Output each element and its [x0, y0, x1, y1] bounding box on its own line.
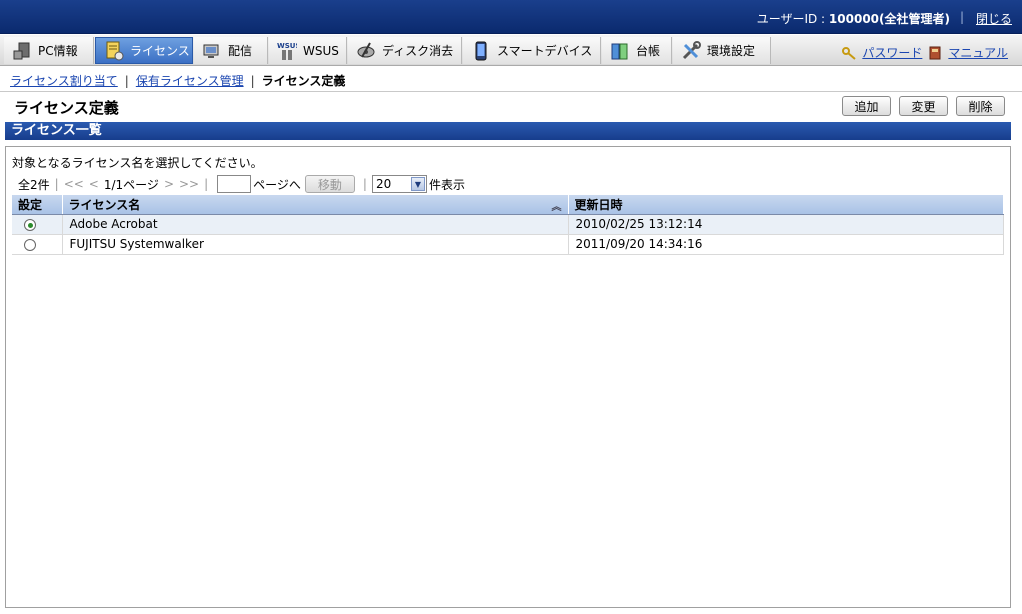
- tab-smart-device[interactable]: スマートデバイス: [463, 37, 601, 64]
- main-nav: PC情報 ライセンス 配信 WSUS WSUS ディスク消去 スマートデバイス: [0, 35, 1022, 66]
- row-radio[interactable]: [24, 218, 36, 231]
- disk-erase-icon: [356, 41, 376, 61]
- next-page-button[interactable]: >: [164, 177, 174, 191]
- tab-label: 環境設定: [707, 44, 756, 58]
- pager: 全2件 | << < 1/1ページ > >> | ページへ 移動 | 20 ▼ …: [18, 175, 465, 193]
- tab-label: ライセンス: [130, 44, 190, 58]
- close-link[interactable]: 閉じる: [976, 10, 1012, 27]
- page-number-input[interactable]: [217, 175, 252, 193]
- row-radio-cell: [12, 234, 63, 255]
- tab-label: 配信: [228, 44, 253, 58]
- settings-icon: [681, 40, 701, 61]
- tab-label: スマートデバイス: [497, 44, 593, 58]
- goto-page-label: ページへ: [253, 177, 301, 192]
- breadcrumb-current: ライセンス定義: [261, 74, 346, 88]
- section-header: ライセンス一覧: [5, 122, 1011, 140]
- column-header-license-name[interactable]: ライセンス名 ︽: [62, 195, 569, 215]
- breadcrumb-owned-license-management[interactable]: 保有ライセンス管理: [136, 74, 244, 88]
- row-radio-cell: [12, 214, 63, 235]
- move-button[interactable]: 移動: [304, 175, 355, 193]
- ledger-icon: [610, 41, 630, 61]
- tab-license[interactable]: ライセンス: [95, 37, 193, 64]
- delete-button[interactable]: 削除: [956, 96, 1005, 116]
- edit-button[interactable]: 変更: [899, 96, 948, 116]
- updated-cell: 2011/09/20 14:34:16: [568, 234, 1004, 255]
- tab-settings[interactable]: 環境設定: [673, 37, 771, 64]
- chevron-down-icon: ▼: [410, 177, 425, 191]
- manual-link[interactable]: マニュアル: [948, 44, 1008, 61]
- per-page-suffix: 件表示: [428, 177, 465, 192]
- license-name-cell: Adobe Acrobat: [62, 214, 569, 235]
- pc-info-icon: [12, 41, 32, 61]
- tab-delivery[interactable]: 配信: [194, 37, 268, 64]
- first-page-button[interactable]: <<: [64, 177, 84, 191]
- last-page-button[interactable]: >>: [179, 177, 199, 191]
- instruction-text: 対象となるライセンス名を選択してください。: [12, 156, 263, 170]
- tab-disk-erase[interactable]: ディスク消去: [348, 37, 462, 64]
- tab-wsus[interactable]: WSUS WSUS: [269, 37, 347, 64]
- tab-label: WSUS: [303, 43, 339, 58]
- top-header-bar: ユーザーID : 100000(全社管理者) | 閉じる: [0, 0, 1022, 34]
- tab-pc-info[interactable]: PC情報: [4, 37, 94, 64]
- breadcrumb-license-assignment[interactable]: ライセンス割り当て: [10, 74, 118, 88]
- license-name-cell: FUJITSU Systemwalker: [62, 234, 569, 255]
- column-header-setting: 設定: [12, 195, 63, 215]
- tab-label: PC情報: [38, 44, 78, 58]
- delivery-icon: [202, 41, 222, 61]
- license-table: 設定 ライセンス名 ︽ 更新日時 Adobe Acrobat 2010/02/2…: [12, 195, 1004, 255]
- per-page-select[interactable]: 20 ▼: [371, 175, 427, 193]
- manual-book-icon: [928, 46, 942, 60]
- row-radio[interactable]: [24, 238, 36, 251]
- user-id-label: ユーザーID :: [756, 12, 829, 26]
- per-page-value: 20: [375, 177, 392, 191]
- sort-icon[interactable]: ︽: [552, 198, 562, 213]
- add-button[interactable]: 追加: [842, 96, 891, 116]
- divider: [0, 91, 1022, 92]
- table-row[interactable]: FUJITSU Systemwalker 2011/09/20 14:34:16: [12, 234, 1004, 255]
- key-icon: [842, 46, 856, 60]
- table-row[interactable]: Adobe Acrobat 2010/02/25 13:12:14: [12, 214, 1004, 235]
- tab-label: ディスク消去: [382, 44, 454, 58]
- tab-label: 台帳: [636, 44, 661, 58]
- nav-right-links: パスワード マニュアル: [842, 44, 1008, 61]
- column-header-updated: 更新日時: [568, 195, 1004, 215]
- breadcrumb: ライセンス割り当て | 保有ライセンス管理 | ライセンス定義: [10, 74, 346, 88]
- license-icon: [104, 41, 124, 61]
- page-title: ライセンス定義: [14, 99, 119, 117]
- column-header-license-name-label: ライセンス名: [68, 197, 141, 212]
- header-separator: |: [959, 10, 964, 24]
- tab-ledger[interactable]: 台帳: [602, 37, 672, 64]
- user-id-value: 100000(全社管理者): [828, 12, 950, 26]
- smart-device-icon: [471, 41, 491, 61]
- updated-cell: 2010/02/25 13:12:14: [568, 214, 1004, 235]
- wsus-icon: WSUS: [277, 41, 301, 61]
- password-link[interactable]: パスワード: [862, 44, 922, 61]
- page-info: 1/1ページ: [103, 177, 159, 192]
- total-count: 全2件: [18, 177, 50, 192]
- user-info: ユーザーID : 100000(全社管理者): [757, 10, 950, 27]
- svg-text:WSUS: WSUS: [277, 42, 297, 50]
- prev-page-button[interactable]: <: [89, 177, 99, 191]
